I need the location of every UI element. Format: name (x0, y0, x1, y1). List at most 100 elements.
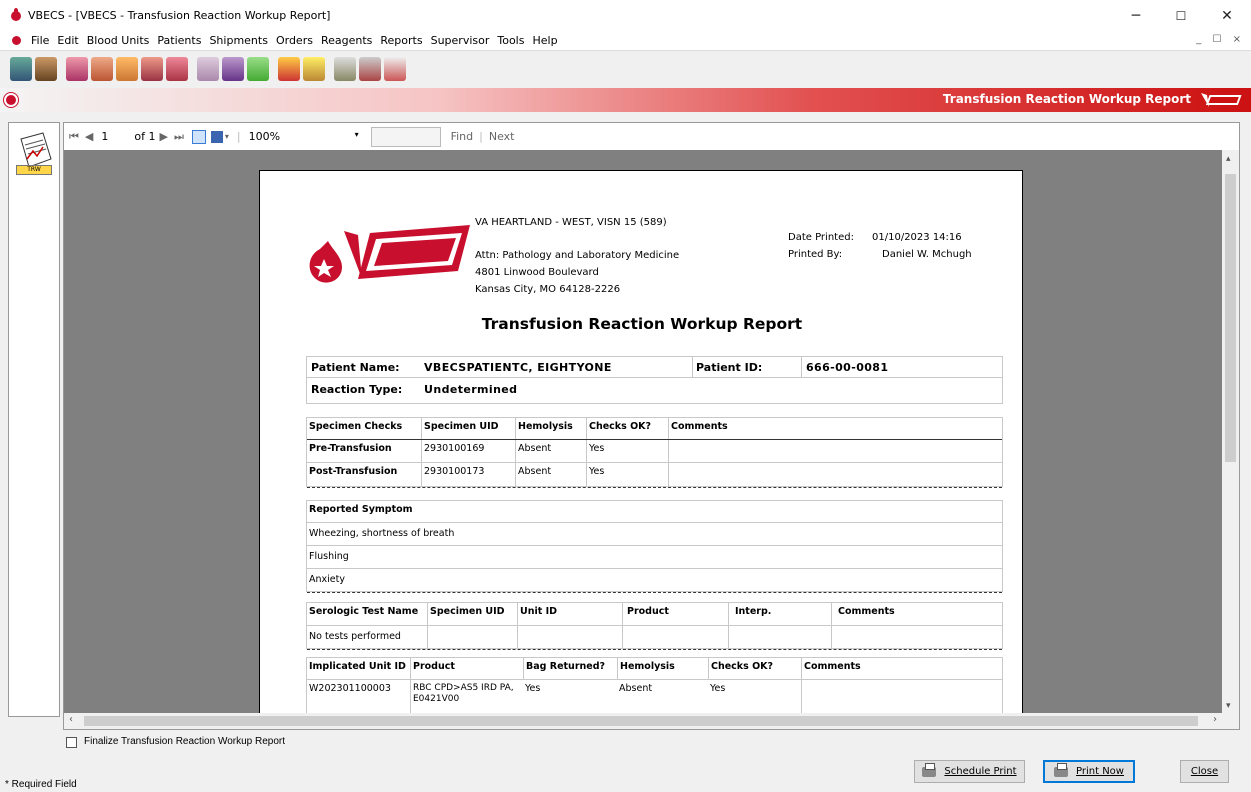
unit-modify-toolbar-icon[interactable] (116, 57, 138, 81)
first-page-icon[interactable]: ⏮ (69, 130, 79, 144)
export-icon[interactable] (210, 130, 223, 143)
patient-info-box: Patient Name: VBECSPATIENTC, EIGHTYONE P… (306, 356, 1003, 404)
finalize-label[interactable]: Finalize Transfusion Reaction Workup Rep… (84, 736, 285, 747)
report-viewer: ⏮ ◀ 1 of 1 ▶ ⏭ ▾ | 100% ▾ Find | Next VA … (63, 122, 1240, 730)
test-toolbar-icon[interactable] (247, 57, 269, 81)
table-cell: W202301100003 (309, 683, 391, 694)
scroll-left-icon[interactable]: ‹ (69, 714, 73, 725)
workflow-panel: TRW (8, 122, 60, 717)
scroll-right-icon[interactable]: › (1213, 714, 1217, 725)
table-cell: Absent (619, 683, 653, 694)
finalize-checkbox[interactable] (66, 737, 77, 748)
menu-supervisor[interactable]: Supervisor (427, 34, 494, 47)
table-cell (517, 626, 622, 648)
next-page-icon[interactable]: ▶ (159, 130, 167, 143)
table-cell: Yes (525, 683, 541, 694)
report-canvas: VA HEARTLAND - WEST, VISN 15 (589) Attn:… (64, 150, 1222, 715)
table-header-row: Serologic Test Name Specimen UID Unit ID… (307, 603, 1002, 626)
reported-symptom-table: Reported Symptom Wheezing, shortness of … (306, 500, 1003, 593)
menu-edit[interactable]: Edit (53, 34, 82, 47)
column-header: Hemolysis (515, 418, 586, 439)
find-link[interactable]: Find (451, 130, 474, 143)
table-cell (668, 440, 1004, 462)
maximize-button[interactable]: ☐ (1158, 0, 1204, 31)
scrollbar-thumb[interactable] (84, 716, 1198, 726)
form-banner: Transfusion Reaction Workup Report (0, 88, 1251, 112)
table-cell: 2930100169 (421, 440, 515, 462)
menu-shipments[interactable]: Shipments (205, 34, 272, 47)
blood-unit-toolbar-icon[interactable] (66, 57, 88, 81)
export-dropdown-icon[interactable]: ▾ (225, 132, 229, 141)
vertical-scrollbar[interactable]: ▴ ▾ (1222, 150, 1239, 715)
trw-label: TRW (16, 165, 52, 175)
close-button[interactable]: Close (1180, 760, 1229, 783)
column-header: Reported Symptom (309, 504, 413, 515)
table-row: No tests performed (307, 626, 1002, 650)
report-page: VA HEARTLAND - WEST, VISN 15 (589) Attn:… (259, 170, 1023, 715)
bottom-bar: Finalize Transfusion Reaction Workup Rep… (0, 730, 1251, 792)
table-cell: Yes (710, 683, 726, 694)
column-header: Hemolysis (617, 658, 708, 679)
mdi-app-icon[interactable] (12, 36, 21, 45)
address-line-2: Kansas City, MO 64128-2226 (475, 284, 621, 295)
page-number-input[interactable]: 1 (101, 130, 108, 143)
schedule-print-button[interactable]: Schedule Print (914, 760, 1025, 783)
vbecs-drop-icon (4, 93, 18, 107)
unit-status-toolbar-icon[interactable] (91, 57, 113, 81)
issue-toolbar-icon[interactable] (278, 57, 300, 81)
page-layout-icon[interactable] (191, 129, 206, 144)
order-toolbar-icon[interactable] (197, 57, 219, 81)
list-item: Flushing (307, 546, 1002, 569)
printed-by-label: Printed By: (788, 249, 843, 260)
specimen-toolbar-icon[interactable] (222, 57, 244, 81)
horizontal-scrollbar[interactable]: ‹ › (64, 713, 1239, 729)
print-now-button[interactable]: Print Now (1043, 760, 1135, 783)
patient-id-label: Patient ID: (696, 361, 763, 374)
patient-toolbar-icon[interactable] (10, 57, 32, 81)
symptom-text: Flushing (309, 551, 349, 562)
table-row: Pre-Transfusion 2930100169 Absent Yes (307, 440, 1002, 463)
audit-toolbar-icon[interactable] (359, 57, 381, 81)
column-header: Implicated Unit ID (309, 661, 406, 672)
zoom-select[interactable]: 100% ▾ (249, 130, 359, 143)
scroll-down-icon[interactable]: ▾ (1226, 701, 1231, 711)
last-page-icon[interactable]: ⏭ (174, 130, 184, 144)
symptom-text: Anxiety (309, 574, 345, 585)
list-item: Anxiety (307, 569, 1002, 593)
next-link[interactable]: Next (489, 130, 515, 143)
unit-pool-toolbar-icon[interactable] (141, 57, 163, 81)
menu-blood-units[interactable]: Blood Units (83, 34, 154, 47)
minimize-button[interactable]: ─ (1113, 0, 1159, 31)
menu-patients[interactable]: Patients (153, 34, 205, 47)
list-item: Wheezing, shortness of breath (307, 523, 1002, 546)
scroll-up-icon[interactable]: ▴ (1226, 154, 1231, 164)
implicated-unit-table: Implicated Unit ID Product Bag Returned?… (306, 657, 1003, 715)
table-cell: RBC CPD>AS5 IRD PA, E0421V00 (410, 680, 523, 715)
exit-toolbar-icon[interactable] (384, 57, 406, 81)
menu-orders[interactable]: Orders (272, 34, 317, 47)
report-title: Transfusion Reaction Workup Report (481, 315, 803, 333)
scrollbar-thumb[interactable] (1225, 174, 1236, 462)
close-window-button[interactable]: ✕ (1204, 0, 1250, 31)
unit-split-toolbar-icon[interactable] (166, 57, 188, 81)
date-printed-value: 01/10/2023 14:16 (872, 232, 962, 243)
table-cell (622, 626, 728, 648)
menu-reagents[interactable]: Reagents (317, 34, 376, 47)
main-toolbar (0, 51, 1251, 87)
mdi-window-controls[interactable]: _ ☐ × (1196, 34, 1245, 45)
patient-edit-toolbar-icon[interactable] (35, 57, 57, 81)
table-cell: Absent (515, 463, 586, 486)
lock-toolbar-icon[interactable] (334, 57, 356, 81)
return-toolbar-icon[interactable] (303, 57, 325, 81)
menu-tools[interactable]: Tools (493, 34, 528, 47)
menu-file[interactable]: File (27, 34, 53, 47)
column-header: Product (622, 603, 728, 625)
column-header: Specimen UID (421, 418, 515, 439)
table-cell (668, 463, 1004, 486)
menu-help[interactable]: Help (528, 34, 561, 47)
prev-page-icon[interactable]: ◀ (85, 130, 93, 143)
menu-reports[interactable]: Reports (376, 34, 426, 47)
address-line-1: 4801 Linwood Boulevard (475, 267, 599, 278)
reaction-type-label: Reaction Type: (311, 383, 403, 396)
find-input[interactable] (370, 126, 441, 147)
